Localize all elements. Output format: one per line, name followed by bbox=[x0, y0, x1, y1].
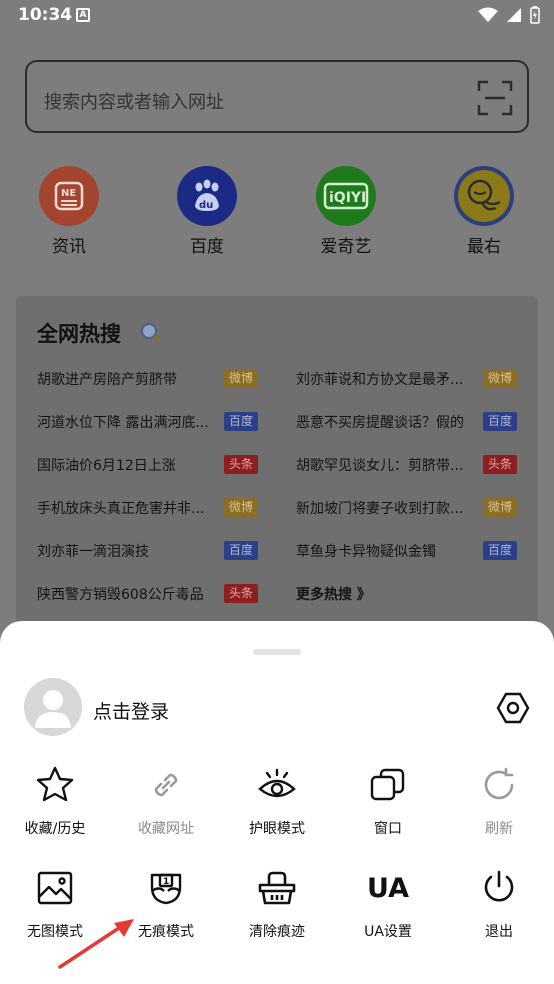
status-time: 10:34 bbox=[18, 5, 73, 25]
menu-clear-traces[interactable]: 清除痕迹 bbox=[222, 866, 332, 941]
shortcut-iqiyi[interactable]: iQIYI 爱奇艺 bbox=[296, 166, 396, 257]
menu-favorites-history[interactable]: 收藏/历史 bbox=[0, 763, 110, 838]
source-tag: 微博 bbox=[224, 369, 258, 388]
annotation-arrow-icon bbox=[58, 919, 134, 969]
menu-label: UA设置 bbox=[364, 924, 412, 940]
search-placeholder: 搜索内容或者输入网址 bbox=[44, 92, 224, 113]
hot-item[interactable]: 胡歌罕见谈女儿：剪脐带... bbox=[296, 455, 463, 475]
menu-windows[interactable]: 窗口 bbox=[333, 763, 443, 838]
hot-search-title: 全网热搜 bbox=[37, 322, 121, 346]
hot-item[interactable]: 新加坡门将妻子收到打款... bbox=[296, 498, 463, 518]
login-link[interactable]: 点击登录 bbox=[93, 697, 169, 724]
hot-search-panel: 全网热搜 胡歌进产房陪产剪脐带 微博 河道水位下降 露出满河底... 百度 国际… bbox=[16, 296, 538, 626]
avatar[interactable] bbox=[24, 678, 82, 736]
iqiyi-icon: iQIYI bbox=[316, 166, 376, 226]
ua-icon: UA bbox=[367, 872, 409, 904]
star-icon bbox=[36, 766, 74, 802]
link-icon bbox=[154, 773, 178, 797]
status-icons bbox=[478, 6, 540, 24]
source-tag: 百度 bbox=[224, 412, 258, 431]
more-hot-link[interactable]: 更多热搜 》 bbox=[296, 584, 371, 604]
mask-number: 1 bbox=[163, 877, 169, 887]
menu-ua-settings[interactable]: UA UA设置 bbox=[333, 866, 443, 941]
hot-item[interactable]: 胡歌进产房陪产剪脐带 bbox=[37, 369, 177, 389]
power-icon bbox=[484, 870, 514, 902]
shortcut-label: 百度 bbox=[190, 237, 224, 257]
svg-text:NE: NE bbox=[61, 188, 76, 199]
menu-eye-care[interactable]: 护眼模式 bbox=[222, 763, 332, 838]
menu-label: 退出 bbox=[485, 924, 513, 940]
menu-refresh[interactable]: 刷新 bbox=[444, 763, 554, 838]
source-tag: 百度 bbox=[483, 412, 517, 431]
hot-item[interactable]: 国际油价6月12日上涨 bbox=[37, 455, 176, 475]
source-tag: 微博 bbox=[483, 369, 517, 388]
notification-icon: A bbox=[76, 8, 90, 22]
hot-item[interactable]: 恶意不买房提醒谈话？假的 bbox=[296, 412, 464, 432]
shortcut-label: 最右 bbox=[467, 237, 501, 257]
hot-item[interactable]: 草鱼身卡异物疑似金镯 bbox=[296, 541, 436, 561]
menu-exit[interactable]: 退出 bbox=[444, 866, 554, 941]
menu-bookmark-url[interactable]: 收藏网址 bbox=[111, 763, 221, 838]
menu-label: 清除痕迹 bbox=[249, 924, 305, 940]
baidu-paw-icon: du bbox=[177, 166, 237, 226]
svg-text:du: du bbox=[199, 200, 213, 211]
zuiyou-icon bbox=[454, 166, 514, 226]
hot-item[interactable]: 刘亦菲说和方协文是最矛... bbox=[296, 369, 463, 389]
refresh-icon bbox=[484, 767, 514, 800]
scan-icon[interactable] bbox=[477, 80, 513, 116]
menu-label: 窗口 bbox=[374, 821, 402, 837]
shortcut-baidu[interactable]: du 百度 bbox=[157, 166, 257, 257]
basket-icon bbox=[258, 871, 296, 905]
signal-icon bbox=[507, 8, 521, 22]
image-icon bbox=[37, 871, 73, 905]
menu-label: 收藏网址 bbox=[138, 821, 194, 837]
shortcut-zuiyou[interactable]: 最右 bbox=[434, 166, 534, 257]
source-tag: 百度 bbox=[483, 541, 517, 560]
drag-handle[interactable] bbox=[253, 649, 301, 655]
source-tag: 头条 bbox=[224, 455, 258, 474]
settings-hexagon-icon[interactable] bbox=[496, 691, 530, 725]
status-bar: 10:34 A bbox=[0, 0, 554, 32]
menu-label: 护眼模式 bbox=[249, 821, 305, 837]
source-tag: 微博 bbox=[224, 498, 258, 517]
menu-label: 刷新 bbox=[485, 821, 513, 837]
shortcut-news[interactable]: NE 资讯 bbox=[19, 166, 119, 257]
hot-item[interactable]: 刘亦菲一滴泪演技 bbox=[37, 541, 149, 561]
shortcut-grid: NE 资讯 du 百度 iQIYI 爱奇艺 最右 bbox=[0, 166, 554, 266]
source-tag: 头条 bbox=[224, 584, 258, 603]
menu-label: 收藏/历史 bbox=[24, 821, 86, 837]
windows-icon bbox=[370, 768, 405, 801]
svg-text:iQIYI: iQIYI bbox=[329, 190, 366, 206]
battery-icon bbox=[530, 6, 540, 24]
source-tag: 头条 bbox=[483, 455, 517, 474]
search-input[interactable]: 搜索内容或者输入网址 bbox=[25, 60, 529, 133]
source-tag: 百度 bbox=[224, 541, 258, 560]
user-icon bbox=[35, 690, 71, 728]
shortcut-label: 资讯 bbox=[52, 237, 86, 257]
magnifier-icon bbox=[141, 323, 162, 344]
incognito-mask-icon: 1 bbox=[150, 873, 182, 905]
hot-item[interactable]: 手机放床头真正危害并非... bbox=[37, 498, 204, 518]
wifi-icon bbox=[478, 7, 498, 22]
hot-item[interactable]: 陕西警方销毁608公斤毒品 bbox=[37, 584, 204, 604]
hot-item[interactable]: 河道水位下降 露出满河底... bbox=[37, 412, 209, 432]
eye-icon bbox=[258, 768, 296, 798]
source-tag: 微博 bbox=[483, 498, 517, 517]
news-icon: NE bbox=[39, 166, 99, 226]
shortcut-label: 爱奇艺 bbox=[320, 237, 372, 257]
